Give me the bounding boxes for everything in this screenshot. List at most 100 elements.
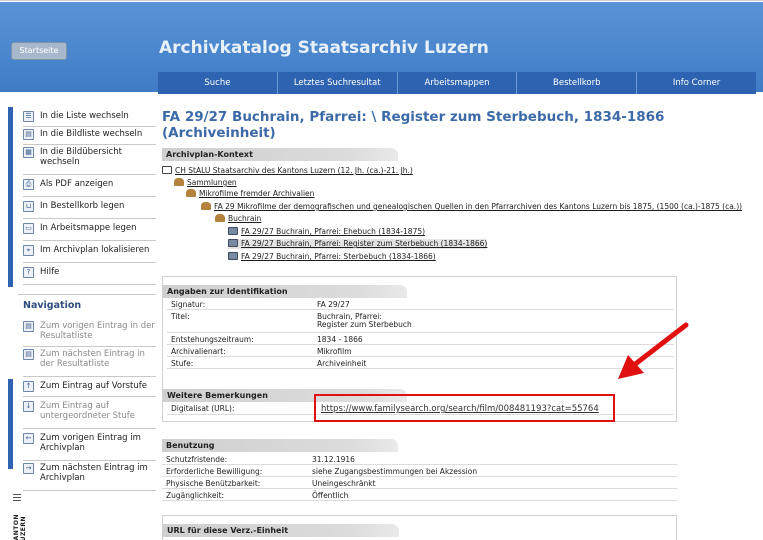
down-arrow-icon: ↓	[23, 401, 34, 412]
pdf-icon: ⎙	[23, 179, 34, 190]
nav-next-archivplan[interactable]: → Zum nächsten Eintrag im Archivplan	[23, 461, 156, 491]
film-icon	[228, 252, 238, 260]
collection-icon	[174, 178, 184, 186]
titel-row: Titel: Buchrain, Pfarrei: Register zum S…	[167, 311, 674, 333]
nav-label: Zum Eintrag auf Vorstufe	[40, 381, 147, 391]
tree-node-ehebuch[interactable]: FA 29/27 Buchrain, Pfarrei: Ehebuch (183…	[228, 227, 425, 237]
field-label: Zugänglichkeit:	[166, 491, 225, 500]
image-list-icon: ▤	[23, 129, 34, 140]
nav-label: Zum nächsten Eintrag im Archivplan	[40, 463, 148, 483]
startseite-button[interactable]: Startseite	[11, 42, 67, 60]
action-label: In die Bildübersicht wechseln	[40, 147, 122, 167]
nav-label: Zum Eintrag auf untergeordneter Stufe	[40, 401, 135, 421]
nav-letztes-suchresultat[interactable]: Letztes Suchresultat	[276, 72, 397, 94]
field-value: FA 29/27	[317, 300, 350, 309]
field-value: 31.12.1916	[312, 455, 355, 464]
tree-node-sammlungen[interactable]: Sammlungen	[174, 178, 237, 188]
film-icon	[228, 227, 238, 235]
url-panel: URL für diese Verz.-Einheit	[162, 515, 677, 540]
up-arrow-icon: ↑	[23, 381, 34, 392]
tree-node-label: Buchrain	[228, 214, 262, 223]
house-icon	[162, 166, 172, 174]
tree-node-label: Sammlungen	[187, 178, 237, 187]
tree-node-label: CH StALU Staatsarchiv des Kantons Luzern…	[175, 166, 413, 175]
basket-icon: ⊔	[23, 201, 34, 212]
nav-next-result[interactable]: ▤ Zum nächsten Eintrag in der Resultatli…	[23, 347, 156, 377]
action-basket[interactable]: ⊔ In Bestellkorb legen	[23, 199, 156, 219]
field-label: Titel:	[171, 312, 190, 321]
action-label: In die Liste wechseln	[40, 111, 129, 121]
field-label: Schutzfristende:	[166, 455, 228, 464]
tree-node-current[interactable]: FA 29/27 Buchrain, Pfarrei: Register zum…	[228, 239, 488, 249]
logo-text: KANTON LUZERN	[13, 514, 27, 540]
collection-icon	[215, 214, 225, 222]
field-label: Signatur:	[171, 300, 206, 309]
signatur-row: Signatur: FA 29/27	[167, 299, 674, 310]
tree-node-sterbebuch[interactable]: FA 29/27 Buchrain, Pfarrei: Sterbebuch (…	[228, 252, 436, 262]
app-title: Archivkatalog Staatsarchiv Luzern	[159, 38, 489, 58]
page: Startseite Archivkatalog Staatsarchiv Lu…	[0, 0, 763, 540]
action-thumbnails[interactable]: ▦ In die Bildübersicht wechseln	[23, 145, 156, 175]
record-title: FA 29/27 Buchrain, Pfarrei: \ Register z…	[162, 109, 757, 141]
right-arrow-icon: →	[23, 463, 34, 474]
field-label: Stufe:	[171, 359, 194, 368]
zugaenglichkeit-row: Zugänglichkeit: Öffentlich	[162, 490, 677, 501]
bewilligung-row: Erforderliche Bewilligung: siehe Zugangs…	[162, 466, 677, 477]
url-heading: URL für diese Verz.-Einheit	[163, 524, 399, 537]
action-locate[interactable]: ⌖ Im Archivplan lokalisieren	[23, 243, 156, 263]
field-value: Mikrofilm	[317, 347, 352, 356]
field-label: Archivalienart:	[171, 347, 226, 356]
benuetzbarkeit-row: Physische Benützbarkeit: Uneingeschränkt	[162, 478, 677, 489]
action-list-view[interactable]: ☰ In die Liste wechseln	[23, 109, 156, 127]
nav-arbeitsmappen[interactable]: Arbeitsmappen	[396, 72, 517, 94]
folder-icon: ▭	[23, 223, 34, 234]
list-icon: ☰	[23, 111, 34, 122]
nav-label: Zum vorigen Eintrag in der Resultatliste	[40, 321, 155, 341]
action-label: Hilfe	[40, 267, 60, 277]
field-label: Digitalisat (URL):	[171, 404, 235, 413]
tree-node-root[interactable]: CH StALU Staatsarchiv des Kantons Luzern…	[162, 166, 413, 176]
record-title-line: FA 29/27 Buchrain, Pfarrei: \ Register z…	[162, 109, 665, 125]
field-label: Physische Benützbarkeit:	[166, 479, 261, 488]
field-value-line2: Register zum Sterbebuch	[317, 320, 412, 329]
nav-suche[interactable]: Suche	[158, 72, 277, 94]
stufe-row: Stufe: Archiveinheit	[167, 358, 674, 369]
action-label: In die Bildliste wechseln	[40, 129, 143, 139]
nav-child-entry[interactable]: ↓ Zum Eintrag auf untergeordneter Stufe	[23, 399, 156, 429]
collection-icon	[186, 189, 196, 197]
action-label: In Bestellkorb legen	[40, 201, 125, 211]
annotation-arrow-icon	[618, 322, 689, 379]
sidebar: ☰ In die Liste wechseln ▤ In die Bildlis…	[8, 107, 156, 540]
tree-node-mikrofilme[interactable]: Mikrofilme fremder Archivalien	[186, 189, 314, 199]
identification-heading: Angaben zur Identifikation	[163, 285, 407, 298]
archivplan-heading: Archivplan-Kontext	[162, 148, 398, 161]
nav-label: Zum nächsten Eintrag in der Resultatlist…	[40, 349, 145, 369]
field-value: Uneingeschränkt	[312, 479, 376, 488]
nav-info-corner[interactable]: Info Corner	[636, 72, 756, 94]
logo-rule	[13, 500, 21, 501]
action-folder[interactable]: ▭ In Arbeitsmappe legen	[23, 221, 156, 241]
archivalienart-row: Archivalienart: Mikrofilm	[167, 346, 674, 357]
nav-parent-entry[interactable]: ↑ Zum Eintrag auf Vorstufe	[23, 379, 156, 397]
tree-node-buchrain[interactable]: Buchrain	[215, 214, 261, 224]
help-icon: ?	[23, 267, 34, 278]
nav-prev-result[interactable]: ▤ Zum vorigen Eintrag in der Resultatlis…	[23, 319, 156, 347]
tree-node-label: FA 29 Mikrofilme der demografischen und …	[214, 202, 743, 211]
locate-icon: ⌖	[23, 245, 34, 256]
action-help[interactable]: ? Hilfe	[23, 265, 156, 285]
field-value: Öffentlich	[312, 491, 349, 500]
tree-node-label: FA 29/27 Buchrain, Pfarrei: Sterbebuch (…	[241, 252, 436, 261]
action-image-list[interactable]: ▤ In die Bildliste wechseln	[23, 127, 156, 145]
tree-node-label: FA 29/27 Buchrain, Pfarrei: Register zum…	[241, 239, 488, 248]
tree-node-fa29[interactable]: FA 29 Mikrofilme der demografischen und …	[201, 202, 742, 212]
field-label: Erforderliche Bewilligung:	[166, 467, 263, 476]
logo-rule	[13, 494, 21, 495]
action-label: Als PDF anzeigen	[40, 179, 114, 189]
left-arrow-icon: ←	[23, 433, 34, 444]
nav-prev-archivplan[interactable]: ← Zum vorigen Eintrag im Archivplan	[23, 431, 156, 461]
action-pdf[interactable]: ⎙ Als PDF anzeigen	[23, 177, 156, 197]
nav-bestellkorb[interactable]: Bestellkorb	[516, 72, 637, 94]
benutzung-heading: Benutzung	[162, 439, 398, 452]
sidebar-accent	[8, 107, 13, 287]
next-result-icon: ▤	[23, 349, 34, 360]
